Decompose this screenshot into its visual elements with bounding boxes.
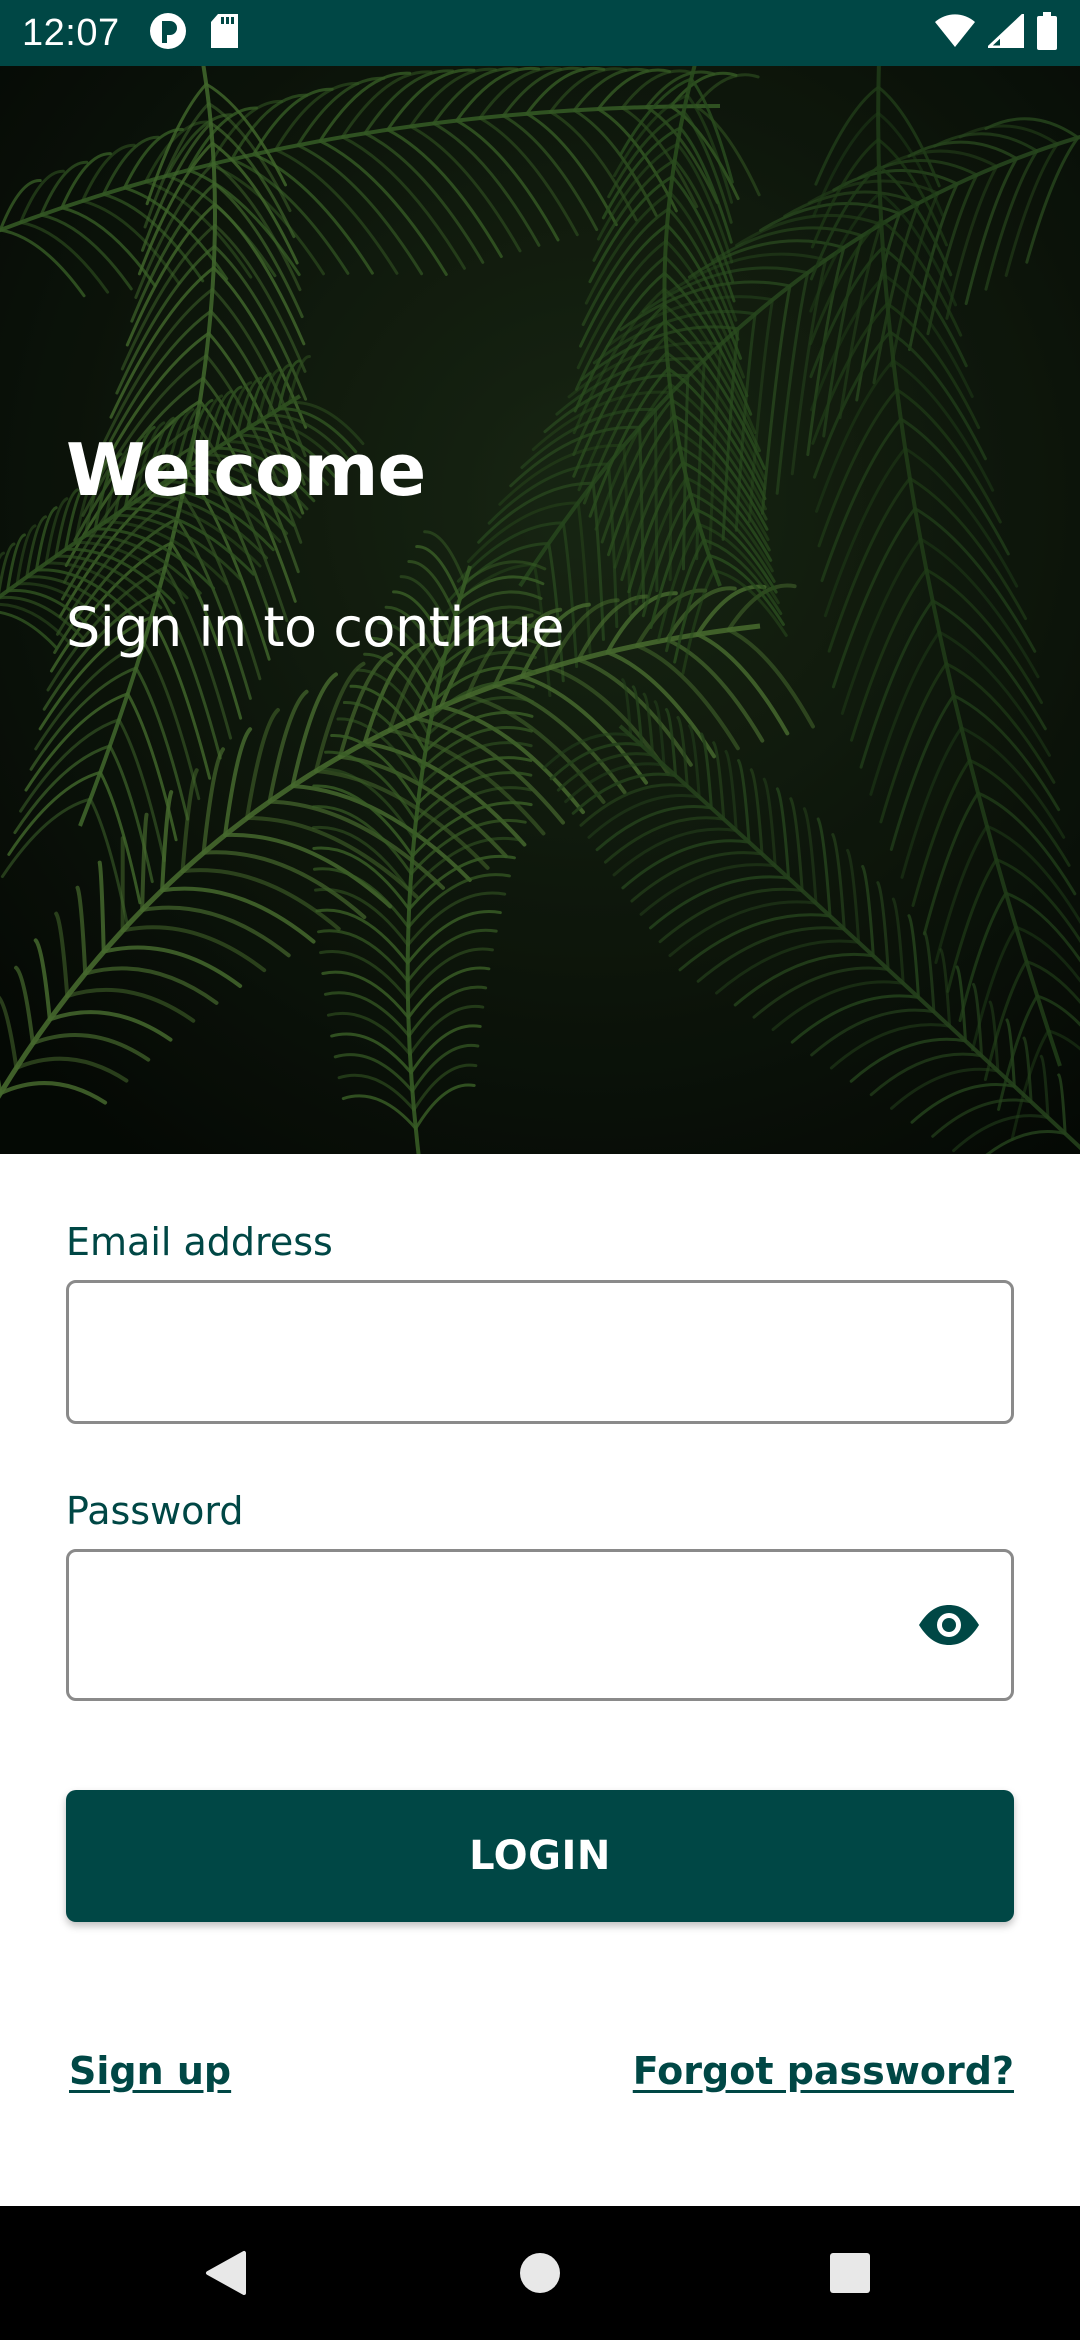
- wifi-icon: [934, 13, 976, 53]
- system-navigation-bar: [0, 2206, 1080, 2340]
- password-label: Password: [66, 1489, 244, 1533]
- nav-back-button[interactable]: [166, 2206, 286, 2340]
- email-field[interactable]: [69, 1283, 1011, 1421]
- eye-icon: [919, 1605, 979, 1645]
- login-button[interactable]: LOGIN: [66, 1790, 1014, 1922]
- email-field-container: [66, 1280, 1014, 1424]
- password-field-container: [66, 1549, 1014, 1701]
- back-icon: [206, 2251, 246, 2295]
- battery-icon: [1036, 11, 1058, 55]
- nav-home-button[interactable]: [480, 2206, 600, 2340]
- email-label: Email address: [66, 1220, 333, 1264]
- cell-signal-icon: [985, 11, 1025, 53]
- hero-banner: Welcome Sign in to continue: [0, 66, 1080, 1154]
- sign-up-link[interactable]: Sign up: [69, 2049, 231, 2093]
- login-form: Email address Password LOGIN Sign up For…: [0, 1154, 1080, 2206]
- status-bar: 12:07: [0, 0, 1080, 66]
- app-indicator-icon: [148, 11, 188, 56]
- forgot-password-link[interactable]: Forgot password?: [633, 2049, 1014, 2093]
- welcome-subtitle: Sign in to continue: [66, 596, 565, 659]
- nav-recents-button[interactable]: [790, 2206, 910, 2340]
- welcome-title: Welcome: [66, 428, 426, 512]
- recents-icon: [830, 2253, 870, 2293]
- status-time: 12:07: [22, 11, 120, 54]
- status-right-icons: [934, 11, 1058, 55]
- password-field[interactable]: [69, 1552, 1011, 1698]
- home-icon: [520, 2253, 560, 2293]
- password-visibility-toggle[interactable]: [917, 1602, 981, 1648]
- status-left-icons: [148, 11, 240, 56]
- sd-card-icon: [210, 13, 240, 54]
